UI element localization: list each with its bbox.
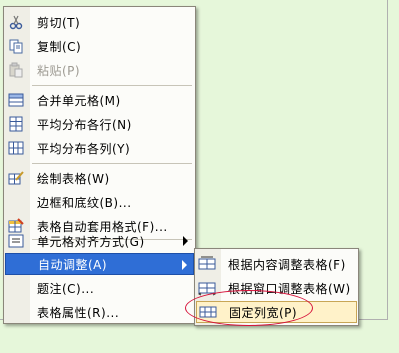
table-context-menu: 剪切(T) 复制(C) 粘贴(P) 合并单元格(M) 平均分布各行(N) 平均分… [3, 6, 196, 324]
menu-item-autofit[interactable]: 自动调整(A) [5, 253, 194, 275]
menu-item-caption[interactable]: 题注(C)... [5, 277, 194, 299]
menu-item-borders-shading[interactable]: 边框和底纹(B)... [5, 191, 194, 213]
distribute-columns-icon [5, 137, 27, 159]
menu-separator [32, 85, 192, 86]
paste-icon [5, 59, 27, 81]
submenu-item-label: 固定列宽(P) [229, 305, 298, 320]
menu-item-label: 平均分布各列(Y) [37, 141, 131, 156]
fixed-column-width-icon [197, 301, 219, 323]
menu-item-label: 表格属性(R)... [37, 305, 120, 320]
menu-item-draw-table[interactable]: 绘制表格(W) [5, 167, 194, 189]
scissors-icon [5, 11, 27, 33]
distribute-rows-icon [5, 113, 27, 135]
menu-separator [32, 163, 192, 164]
menu-item-distribute-columns[interactable]: 平均分布各列(Y) [5, 137, 194, 159]
autofit-submenu: 根据内容调整表格(F) 根据窗口调整表格(W) 固定列宽(P) [194, 248, 359, 326]
autofit-window-icon [196, 277, 218, 299]
menu-item-label: 单元格对齐方式(G) [37, 234, 145, 249]
autofit-contents-icon [196, 253, 218, 275]
menu-item-distribute-rows[interactable]: 平均分布各行(N) [5, 113, 194, 135]
menu-item-label: 题注(C)... [37, 281, 95, 296]
submenu-item-label: 根据窗口调整表格(W) [228, 281, 351, 296]
submenu-item-fixed-column-width[interactable]: 固定列宽(P) [196, 301, 357, 323]
submenu-item-autofit-contents[interactable]: 根据内容调整表格(F) [196, 253, 357, 275]
menu-item-merge-cells[interactable]: 合并单元格(M) [5, 89, 194, 111]
menu-item-label: 复制(C) [37, 39, 82, 54]
cell-alignment-icon [5, 230, 27, 252]
copy-icon [5, 35, 27, 57]
menu-item-label: 边框和底纹(B)... [37, 195, 132, 210]
menu-item-label: 合并单元格(M) [37, 93, 121, 108]
menu-item-label: 平均分布各行(N) [37, 117, 132, 132]
menu-item-label: 自动调整(A) [38, 257, 108, 272]
menu-item-label: 剪切(T) [37, 15, 81, 30]
menu-item-table-properties[interactable]: 表格属性(R)... [5, 301, 194, 323]
menu-item-label: 粘贴(P) [37, 63, 81, 78]
menu-item-copy[interactable]: 复制(C) [5, 35, 194, 57]
draw-table-icon [5, 167, 27, 189]
submenu-item-label: 根据内容调整表格(F) [228, 257, 346, 272]
menu-item-paste[interactable]: 粘贴(P) [5, 59, 194, 81]
menu-item-label: 绘制表格(W) [37, 171, 110, 186]
table-border-line [387, 0, 388, 320]
merge-cells-icon [5, 89, 27, 111]
submenu-item-autofit-window[interactable]: 根据窗口调整表格(W) [196, 277, 357, 299]
submenu-arrow-icon [183, 236, 188, 246]
menu-item-cut[interactable]: 剪切(T) [5, 11, 194, 33]
submenu-arrow-icon [182, 260, 187, 270]
menu-item-cell-alignment[interactable]: 单元格对齐方式(G) [5, 230, 194, 252]
